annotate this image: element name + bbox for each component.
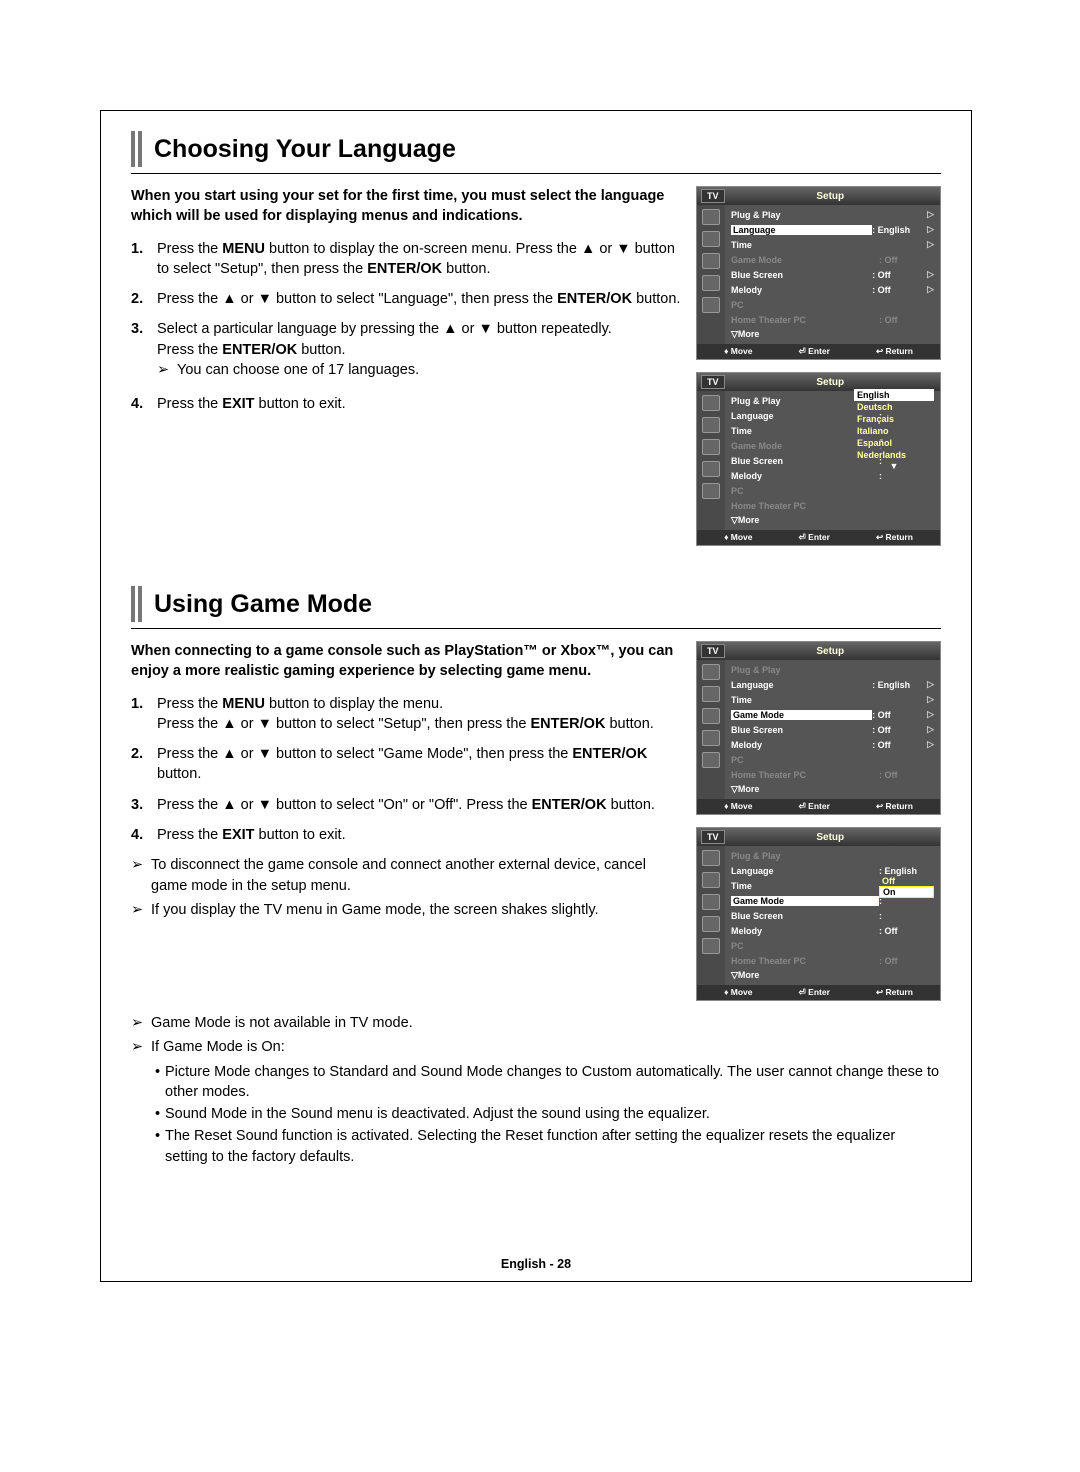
section2-intro: When connecting to a game console such a… <box>131 641 682 682</box>
page-footer: English - 28 <box>101 1257 971 1271</box>
section1-intro: When you start using your set for the fi… <box>131 186 682 227</box>
gamemode-dropdown: OffOn <box>879 876 934 898</box>
language-dropdown: EnglishDeutschFrançaisItalianoEspañolNed… <box>854 389 934 471</box>
divider <box>131 628 941 629</box>
divider <box>131 173 941 174</box>
section2-header: Using Game Mode <box>131 586 941 622</box>
step: 4.Press the EXIT button to exit. <box>131 394 682 414</box>
note: ➢Game Mode is not available in TV mode. <box>131 1013 941 1033</box>
bullet: •Picture Mode changes to Standard and So… <box>155 1062 941 1103</box>
step: 4.Press the EXIT button to exit. <box>131 825 682 845</box>
section2-bullets: •Picture Mode changes to Standard and So… <box>151 1062 941 1167</box>
osd-screenshot-3: TVSetupPlug & PlayLanguage: English▷Time… <box>696 641 941 815</box>
section1-title: Choosing Your Language <box>154 135 456 164</box>
step: 2.Press the ▲ or ▼ button to select "Gam… <box>131 744 682 785</box>
section2-title: Using Game Mode <box>154 590 372 619</box>
step: 1.Press the MENU button to display the o… <box>131 239 682 280</box>
step: 3.Press the ▲ or ▼ button to select "On"… <box>131 795 682 815</box>
title-bars-icon <box>131 586 142 622</box>
section2-notes-wide: ➢Game Mode is not available in TV mode. ➢… <box>131 1013 941 1058</box>
bullet: •The Reset Sound function is activated. … <box>155 1126 941 1167</box>
note: ➢If you display the TV menu in Game mode… <box>131 900 682 920</box>
section1-steps: 1.Press the MENU button to display the o… <box>131 239 682 415</box>
bullet: •Sound Mode in the Sound menu is deactiv… <box>155 1104 941 1124</box>
step: 2.Press the ▲ or ▼ button to select "Lan… <box>131 289 682 309</box>
section2-steps: 1.Press the MENU button to display the m… <box>131 694 682 846</box>
note: ➢If Game Mode is On: <box>131 1037 941 1057</box>
step: 3.Select a particular language by pressi… <box>131 319 682 384</box>
step: 1.Press the MENU button to display the m… <box>131 694 682 735</box>
title-bars-icon <box>131 131 142 167</box>
note: ➢To disconnect the game console and conn… <box>131 855 682 896</box>
section1-header: Choosing Your Language <box>131 131 941 167</box>
osd-screenshot-1: TVSetupPlug & Play▷Language: English▷Tim… <box>696 186 941 360</box>
page-frame: Choosing Your Language When you start us… <box>100 110 972 1282</box>
osd-screenshot-2: TVSetupPlug & PlayLanguage:TimeGame Mode… <box>696 372 941 546</box>
section2-notes-narrow: ➢To disconnect the game console and conn… <box>131 855 682 920</box>
osd-screenshot-4: TVSetupPlug & PlayLanguage: EnglishTimeG… <box>696 827 941 1001</box>
